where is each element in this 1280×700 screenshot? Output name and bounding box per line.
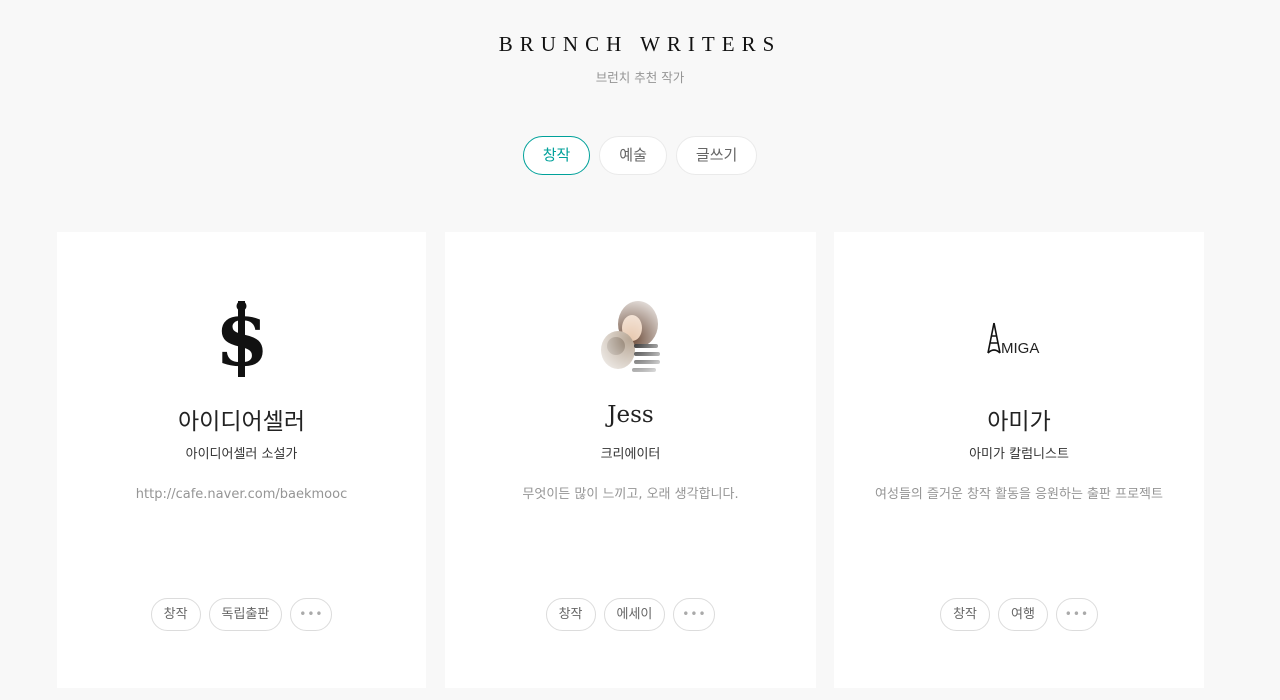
writer-card[interactable]: Jess 크리에이터 무엇이든 많이 느끼고, 오래 생각합니다. 창작 에세이… <box>445 232 816 688</box>
tag-chip[interactable]: 여행 <box>998 598 1048 631</box>
amiga-logo-text: MIGA <box>1001 340 1039 357</box>
tab-writing[interactable]: 글쓰기 <box>675 136 758 175</box>
more-tags-button[interactable]: ••• <box>1055 598 1098 631</box>
writer-card[interactable]: $ 아이디어셀러 아이디어셀러 소설가 http://cafe.naver.co… <box>57 232 426 688</box>
profile-photo-icon[interactable] <box>586 294 676 384</box>
category-tabs: 창작 예술 글쓰기 <box>0 136 1280 175</box>
tag-chip[interactable]: 창작 <box>150 598 201 631</box>
writer-description: 여성들의 즐거운 창작 활동을 응원하는 출판 프로젝트 <box>875 487 1163 502</box>
writer-name[interactable]: Jess <box>445 402 816 428</box>
writer-description: http://cafe.naver.com/baekmooc <box>135 487 348 502</box>
writer-name[interactable]: 아이디어셀러 <box>57 402 426 436</box>
page-subtitle: 브런치 추천 작가 <box>595 70 685 85</box>
page-title: BRUNCH WRITERS <box>498 32 782 56</box>
writer-cards: $ 아이디어셀러 아이디어셀러 소설가 http://cafe.naver.co… <box>0 232 1280 700</box>
writer-role: 아미가 칼럼니스트 <box>969 447 1069 462</box>
writer-role: 크리에이터 <box>600 447 661 462</box>
writer-tags: 창작 에세이 ••• <box>445 598 816 631</box>
tab-creation[interactable]: 창작 <box>522 136 591 175</box>
more-tags-button[interactable]: ••• <box>290 598 333 631</box>
tab-art[interactable]: 예술 <box>599 136 667 175</box>
writer-role: 아이디어셀러 소설가 <box>185 447 298 462</box>
tag-chip[interactable]: 창작 <box>545 598 596 631</box>
writer-name[interactable]: 아미가 <box>834 402 1204 436</box>
tag-chip[interactable]: 창작 <box>940 598 990 631</box>
writer-card[interactable]: MIGA 아미가 아미가 칼럼니스트 여성들의 즐거운 창작 활동을 응원하는 … <box>834 232 1204 688</box>
writer-tags: 창작 독립출판 ••• <box>57 598 426 631</box>
writer-description: 무엇이든 많이 느끼고, 오래 생각합니다. <box>522 487 739 502</box>
dollar-sign-logo-icon[interactable]: $ <box>197 294 287 384</box>
amiga-eiffel-logo-icon[interactable]: MIGA <box>974 294 1064 384</box>
writer-tags: 창작 여행 ••• <box>834 598 1204 631</box>
tag-chip[interactable]: 독립출판 <box>208 598 283 631</box>
tag-chip[interactable]: 에세이 <box>603 598 666 631</box>
page-header: BRUNCH WRITERS 브런치 추천 작가 <box>0 0 1280 86</box>
more-tags-button[interactable]: ••• <box>673 598 716 631</box>
